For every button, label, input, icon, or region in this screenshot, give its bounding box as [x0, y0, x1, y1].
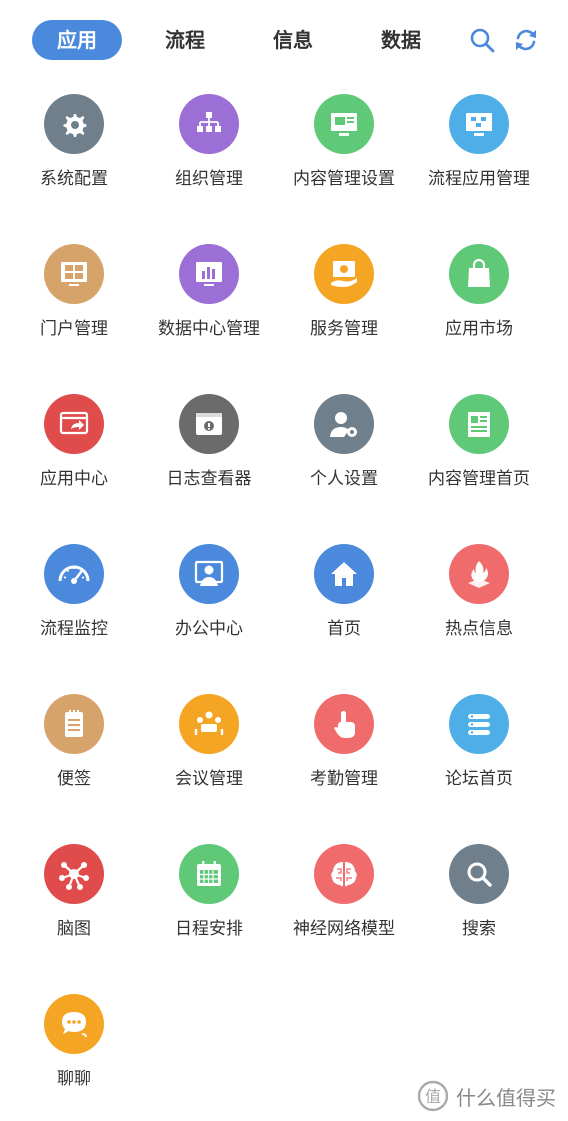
home-icon	[314, 544, 374, 604]
refresh-icon[interactable]	[512, 26, 540, 54]
app-tile-home[interactable]: 首页	[277, 530, 411, 660]
app-label: 脑图	[57, 919, 91, 939]
watermark-text: 什么值得买	[456, 1085, 556, 1110]
calendar-icon	[179, 844, 239, 904]
watermark: 值 什么值得买	[416, 1079, 556, 1113]
app-label: 会议管理	[175, 769, 243, 789]
watermark-logo-icon: 值	[417, 1080, 449, 1112]
content-monitor-icon	[314, 94, 374, 154]
notepad-icon	[44, 694, 104, 754]
app-label: 服务管理	[310, 319, 378, 339]
app-label: 系统配置	[40, 169, 108, 189]
top-tab-bar: 应用 流程 信息 数据	[0, 0, 568, 80]
svg-text:值: 值	[425, 1087, 441, 1106]
search-circle-icon	[449, 844, 509, 904]
app-label: 应用中心	[40, 469, 108, 489]
log-window-icon	[179, 394, 239, 454]
app-label: 内容管理设置	[293, 169, 395, 189]
app-label: 个人设置	[310, 469, 378, 489]
portal-grid-icon	[44, 244, 104, 304]
bar-chart-monitor-icon	[179, 244, 239, 304]
app-tile-user-settings[interactable]: 个人设置	[277, 380, 411, 510]
app-label: 流程监控	[40, 619, 108, 639]
search-icon[interactable]	[468, 26, 496, 54]
app-label: 日程安排	[175, 919, 243, 939]
newspaper-icon	[449, 394, 509, 454]
app-tile-search-circle[interactable]: 搜索	[412, 830, 546, 960]
tab-process[interactable]: 流程	[140, 20, 230, 60]
app-tile-calendar[interactable]: 日程安排	[142, 830, 276, 960]
app-label: 搜索	[462, 919, 496, 939]
meeting-icon	[179, 694, 239, 754]
forum-list-icon	[449, 694, 509, 754]
app-tile-tap-finger[interactable]: 考勤管理	[277, 680, 411, 810]
user-settings-icon	[314, 394, 374, 454]
app-tile-flow-monitor[interactable]: 流程应用管理	[412, 80, 546, 210]
app-tile-org-chart[interactable]: 组织管理	[142, 80, 276, 210]
app-label: 神经网络模型	[293, 919, 395, 939]
tab-data[interactable]: 数据	[356, 20, 446, 60]
app-label: 数据中心管理	[158, 319, 260, 339]
app-tile-service-hand[interactable]: 服务管理	[277, 230, 411, 360]
app-tile-app-window-share[interactable]: 应用中心	[7, 380, 141, 510]
app-tile-forum-list[interactable]: 论坛首页	[412, 680, 546, 810]
app-tile-portal-grid[interactable]: 门户管理	[7, 230, 141, 360]
app-tile-content-monitor[interactable]: 内容管理设置	[277, 80, 411, 210]
app-tile-log-window[interactable]: 日志查看器	[142, 380, 276, 510]
app-tile-meeting[interactable]: 会议管理	[142, 680, 276, 810]
app-label: 门户管理	[40, 319, 108, 339]
org-chart-icon	[179, 94, 239, 154]
app-label: 便签	[57, 769, 91, 789]
app-label: 组织管理	[175, 169, 243, 189]
app-label: 日志查看器	[166, 469, 252, 489]
app-tile-speedometer[interactable]: 流程监控	[7, 530, 141, 660]
gear-icon	[44, 94, 104, 154]
app-label: 流程应用管理	[428, 169, 530, 189]
tap-finger-icon	[314, 694, 374, 754]
flame-icon	[449, 544, 509, 604]
service-hand-icon	[314, 244, 374, 304]
app-label: 考勤管理	[310, 769, 378, 789]
app-window-share-icon	[44, 394, 104, 454]
office-user-icon	[179, 544, 239, 604]
chat-bubble-icon	[44, 994, 104, 1054]
mind-map-icon	[44, 844, 104, 904]
app-tile-notepad[interactable]: 便签	[7, 680, 141, 810]
app-label: 聊聊	[57, 1069, 91, 1089]
app-tile-flame[interactable]: 热点信息	[412, 530, 546, 660]
app-tile-shopping-bag[interactable]: 应用市场	[412, 230, 546, 360]
app-tile-chat-bubble[interactable]: 聊聊	[7, 980, 141, 1110]
app-tile-gear[interactable]: 系统配置	[7, 80, 141, 210]
app-tile-bar-chart-monitor[interactable]: 数据中心管理	[142, 230, 276, 360]
shopping-bag-icon	[449, 244, 509, 304]
app-tile-newspaper[interactable]: 内容管理首页	[412, 380, 546, 510]
app-tile-mind-map[interactable]: 脑图	[7, 830, 141, 960]
app-tile-brain[interactable]: 神经网络模型	[277, 830, 411, 960]
tab-apps[interactable]: 应用	[32, 20, 122, 60]
app-label: 首页	[327, 619, 361, 639]
tab-info[interactable]: 信息	[248, 20, 338, 60]
app-label: 论坛首页	[445, 769, 513, 789]
app-label: 办公中心	[175, 619, 243, 639]
brain-icon	[314, 844, 374, 904]
app-label: 应用市场	[445, 319, 513, 339]
app-label: 内容管理首页	[428, 469, 530, 489]
app-label: 热点信息	[445, 619, 513, 639]
flow-monitor-icon	[449, 94, 509, 154]
app-tile-office-user[interactable]: 办公中心	[142, 530, 276, 660]
speedometer-icon	[44, 544, 104, 604]
